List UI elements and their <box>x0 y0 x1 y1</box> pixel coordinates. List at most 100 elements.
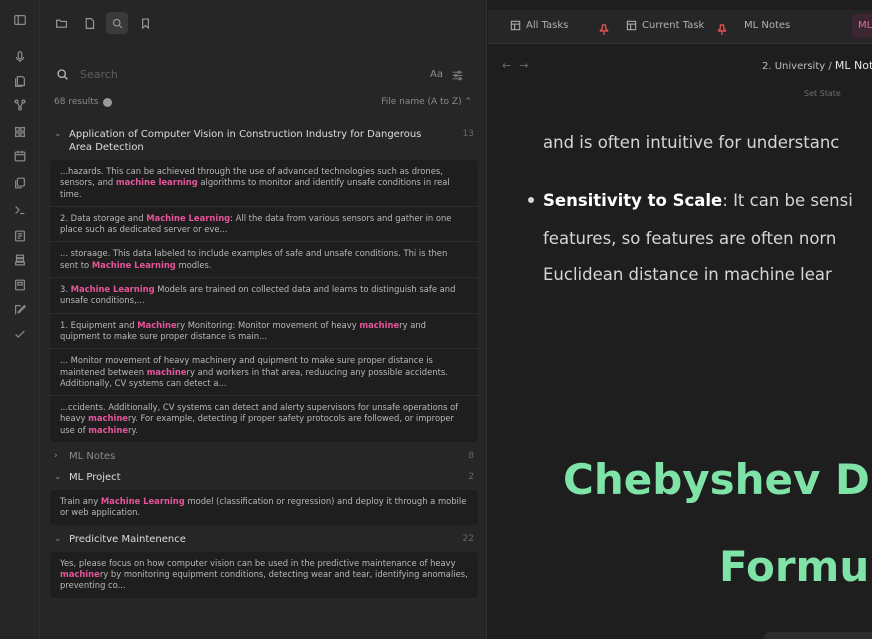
breadcrumb-current[interactable]: ML Not <box>835 59 872 72</box>
note-text-line: features, so features are often norn <box>543 229 837 248</box>
result-file-title: Application of Computer Vision in Constr… <box>69 129 422 153</box>
breadcrumb-parent[interactable]: 2. University <box>762 61 825 72</box>
search-match[interactable]: Train any Machine Learning model (classi… <box>50 490 478 525</box>
file-tab[interactable] <box>78 12 100 34</box>
result-file: ⌄ Application of Computer Vision in Const… <box>48 124 480 443</box>
file-icon <box>85 17 94 29</box>
back-button[interactable]: ← <box>502 59 519 72</box>
match-text: 3. <box>60 284 71 295</box>
book-icon[interactable] <box>12 277 28 293</box>
search-box: Aa <box>50 62 477 86</box>
search-match[interactable]: 1. Equipment and Machinery Monitoring: M… <box>50 314 478 350</box>
match-text: Train any <box>60 496 101 507</box>
nav-buttons: ←→ <box>502 59 536 72</box>
match-highlight: machine learning <box>115 177 198 188</box>
check-icon[interactable] <box>12 326 28 342</box>
match-highlight: machine <box>88 424 129 435</box>
template-icon[interactable] <box>12 228 28 244</box>
microphone-icon[interactable] <box>12 49 28 65</box>
pin-icon[interactable] <box>599 21 609 35</box>
sort-dropdown[interactable]: File name (A to Z) ⌃ <box>381 97 472 107</box>
match-text: ry. <box>128 424 138 435</box>
pin-icon[interactable] <box>717 21 727 35</box>
tab-all-tasks[interactable]: All Tasks <box>510 20 568 31</box>
match-text: 2. Data storage and <box>60 212 147 223</box>
search-icon <box>112 18 122 28</box>
tab-active[interactable]: ML <box>852 14 872 38</box>
search-match[interactable]: Yes, please focus on how computer vision… <box>50 552 478 598</box>
search-panel: Aa 68 results File name (A to Z) ⌃ ⌄ Appl… <box>40 0 487 639</box>
graph-icon[interactable] <box>12 97 28 113</box>
tab-current-task[interactable]: Current Task <box>626 20 704 31</box>
result-file-title: ML Project <box>69 472 121 484</box>
bullet-point <box>528 197 534 203</box>
chevron-down-icon[interactable]: ⌄ <box>54 128 64 141</box>
bookmarks-tab[interactable] <box>134 12 156 34</box>
result-file-header[interactable]: ⌄ Predicitve Maintenence 22 <box>48 529 480 550</box>
match-text: Yes, please focus on how computer vision… <box>60 557 456 568</box>
match-highlight: Machine Learning <box>146 212 231 223</box>
search-tab[interactable] <box>106 12 128 34</box>
note-heading: Formu <box>719 542 870 591</box>
copy-icon[interactable] <box>12 175 28 191</box>
calendar-icon[interactable] <box>12 148 28 164</box>
match-list: ...hazards. This can be achieved through… <box>50 160 478 443</box>
edit-icon[interactable] <box>12 302 28 318</box>
results-bar: 68 results File name (A to Z) ⌃ <box>54 94 472 110</box>
tab-label: Current Task <box>642 20 705 31</box>
bullet-text: : It can be sensi <box>722 191 853 210</box>
set-state-button[interactable]: Set State <box>804 89 841 98</box>
result-file: ⌄ Predicitve Maintenence 22 Yes, please foc… <box>48 529 480 598</box>
grid-icon[interactable] <box>12 124 28 140</box>
match-text: ry by monitoring equipment conditions, d… <box>60 568 468 591</box>
panel-tab-bar <box>50 12 156 34</box>
search-results-tree: ⌄ Application of Computer Vision in Const… <box>48 124 480 602</box>
breadcrumb: 2. University / ML Not <box>762 59 872 72</box>
search-settings-icon[interactable] <box>451 67 465 81</box>
match-highlight: machine <box>88 413 128 424</box>
match-case-toggle[interactable]: Aa <box>430 69 443 80</box>
results-count: 68 results <box>54 97 99 107</box>
search-match[interactable]: ...hazards. This can be achieved through… <box>50 160 478 207</box>
search-match[interactable]: ...ccidents. Additionally, CV systems ca… <box>50 396 478 442</box>
chevron-right-icon[interactable]: › <box>54 450 64 463</box>
search-match[interactable]: 2. Data storage and Machine Learning: Al… <box>50 207 478 243</box>
info-icon[interactable] <box>103 97 113 107</box>
match-highlight: Machine Learning <box>91 259 176 270</box>
note-text-line: and is often intuitive for understanc <box>543 133 840 152</box>
tab-label: All Tasks <box>526 20 569 31</box>
layers-icon[interactable] <box>12 252 28 268</box>
match-highlight: Machine Learning <box>70 284 155 295</box>
search-match[interactable]: ... Monitor movement of heavy machinery … <box>50 349 478 397</box>
search-input[interactable] <box>80 67 410 81</box>
match-text: 1. Equipment and <box>60 319 138 330</box>
match-text: modles. <box>175 259 212 270</box>
result-file-title: ML Notes <box>69 451 116 463</box>
tab-label: ML <box>858 20 872 31</box>
file-copy-icon[interactable] <box>12 73 28 89</box>
search-match[interactable]: 3. Machine Learning Models are trained o… <box>50 278 478 314</box>
result-count-badge: 2 <box>468 472 474 483</box>
result-file-title: Predicitve Maintenence <box>69 533 186 545</box>
result-count-badge: 22 <box>462 533 474 544</box>
result-file: › ML Notes 8 <box>48 446 480 467</box>
chevron-down-icon[interactable]: ⌄ <box>54 471 64 484</box>
folder-icon <box>55 19 67 28</box>
left-ribbon <box>0 0 40 639</box>
match-highlight: Machine Learning <box>100 496 185 507</box>
result-file-header[interactable]: ⌄ Application of Computer Vision in Const… <box>48 124 480 158</box>
tab-bar: All Tasks Current Task ML Notes ML <box>488 10 872 44</box>
tab-label: ML Notes <box>744 20 791 31</box>
breadcrumb-sep: / <box>825 61 835 72</box>
forward-button[interactable]: → <box>519 59 536 72</box>
sidebar-toggle-icon[interactable] <box>12 12 28 28</box>
match-list: Yes, please focus on how computer vision… <box>50 551 478 598</box>
search-match[interactable]: ... storaage. This data labeled to inclu… <box>50 242 478 279</box>
file-explorer-tab[interactable] <box>50 12 72 34</box>
terminal-icon[interactable] <box>12 202 28 218</box>
match-list: Train any Machine Learning model (classi… <box>50 490 478 525</box>
result-file-header[interactable]: ⌄ ML Project 2 <box>48 467 480 488</box>
result-file-header[interactable]: › ML Notes 8 <box>48 446 480 467</box>
chevron-down-icon[interactable]: ⌄ <box>54 533 64 546</box>
tab-ml-notes[interactable]: ML Notes <box>744 20 790 31</box>
